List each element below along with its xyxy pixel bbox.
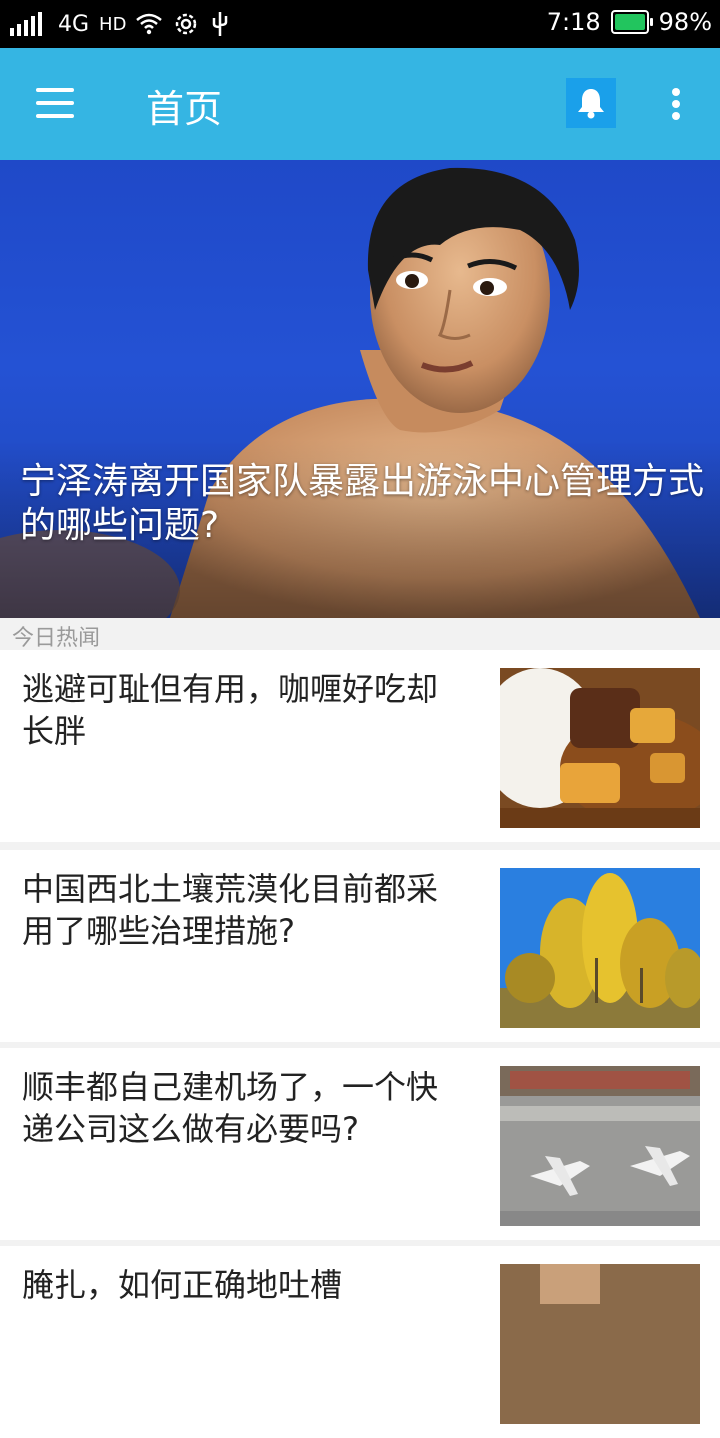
battery-icon — [610, 10, 653, 34]
news-thumbnail — [500, 1264, 700, 1424]
usb-icon — [213, 12, 228, 36]
news-headline: 顺丰都自己建机场了，一个快递公司这么做有必要吗? — [22, 1068, 439, 1148]
signal-icon — [10, 12, 42, 36]
autumn-trees-photo — [500, 868, 700, 1028]
bell-icon — [578, 89, 604, 119]
network-type: 4G — [58, 11, 90, 37]
battery-percent: 98% — [658, 8, 712, 36]
news-item[interactable]: 腌扎，如何正确地吐槽 — [0, 1246, 720, 1438]
news-thumbnail — [500, 1066, 700, 1226]
notifications-button[interactable] — [566, 78, 616, 128]
clock: 7:18 — [546, 8, 601, 36]
hero-banner[interactable]: 宁泽涛离开国家队暴露出游泳中心管理方式的哪些问题? — [0, 160, 720, 618]
more-vert-icon[interactable] — [664, 84, 688, 124]
airport-aerial-photo — [500, 1066, 700, 1226]
partial-photo — [500, 1264, 700, 1424]
settings-icon — [176, 13, 197, 35]
hd-indicator: HD — [99, 13, 127, 35]
news-headline: 中国西北土壤荒漠化目前都采用了哪些治理措施? — [22, 870, 439, 950]
menu-icon[interactable] — [36, 88, 76, 118]
news-item[interactable]: 逃避可耻但有用，咖喱好吃却长胖 — [0, 650, 720, 842]
wifi-icon — [136, 13, 163, 35]
hero-swimmer-image — [0, 167, 720, 618]
news-item[interactable]: 顺丰都自己建机场了，一个快递公司这么做有必要吗? — [0, 1048, 720, 1240]
news-thumbnail — [500, 668, 700, 828]
app-bar: 首页 — [0, 48, 720, 160]
news-item[interactable]: 中国西北土壤荒漠化目前都采用了哪些治理措施? — [0, 850, 720, 1042]
section-label: 今日热闻 — [12, 626, 101, 651]
hero-title: 宁泽涛离开国家队暴露出游泳中心管理方式的哪些问题? — [20, 461, 705, 546]
news-thumbnail — [500, 868, 700, 1028]
news-headline: 腌扎，如何正确地吐槽 — [22, 1266, 343, 1304]
news-headline: 逃避可耻但有用，咖喱好吃却长胖 — [22, 670, 439, 750]
page-title: 首页 — [146, 87, 223, 131]
curry-rice-photo — [500, 668, 700, 828]
status-bar: 4G HD 7:18 98% — [0, 0, 720, 48]
